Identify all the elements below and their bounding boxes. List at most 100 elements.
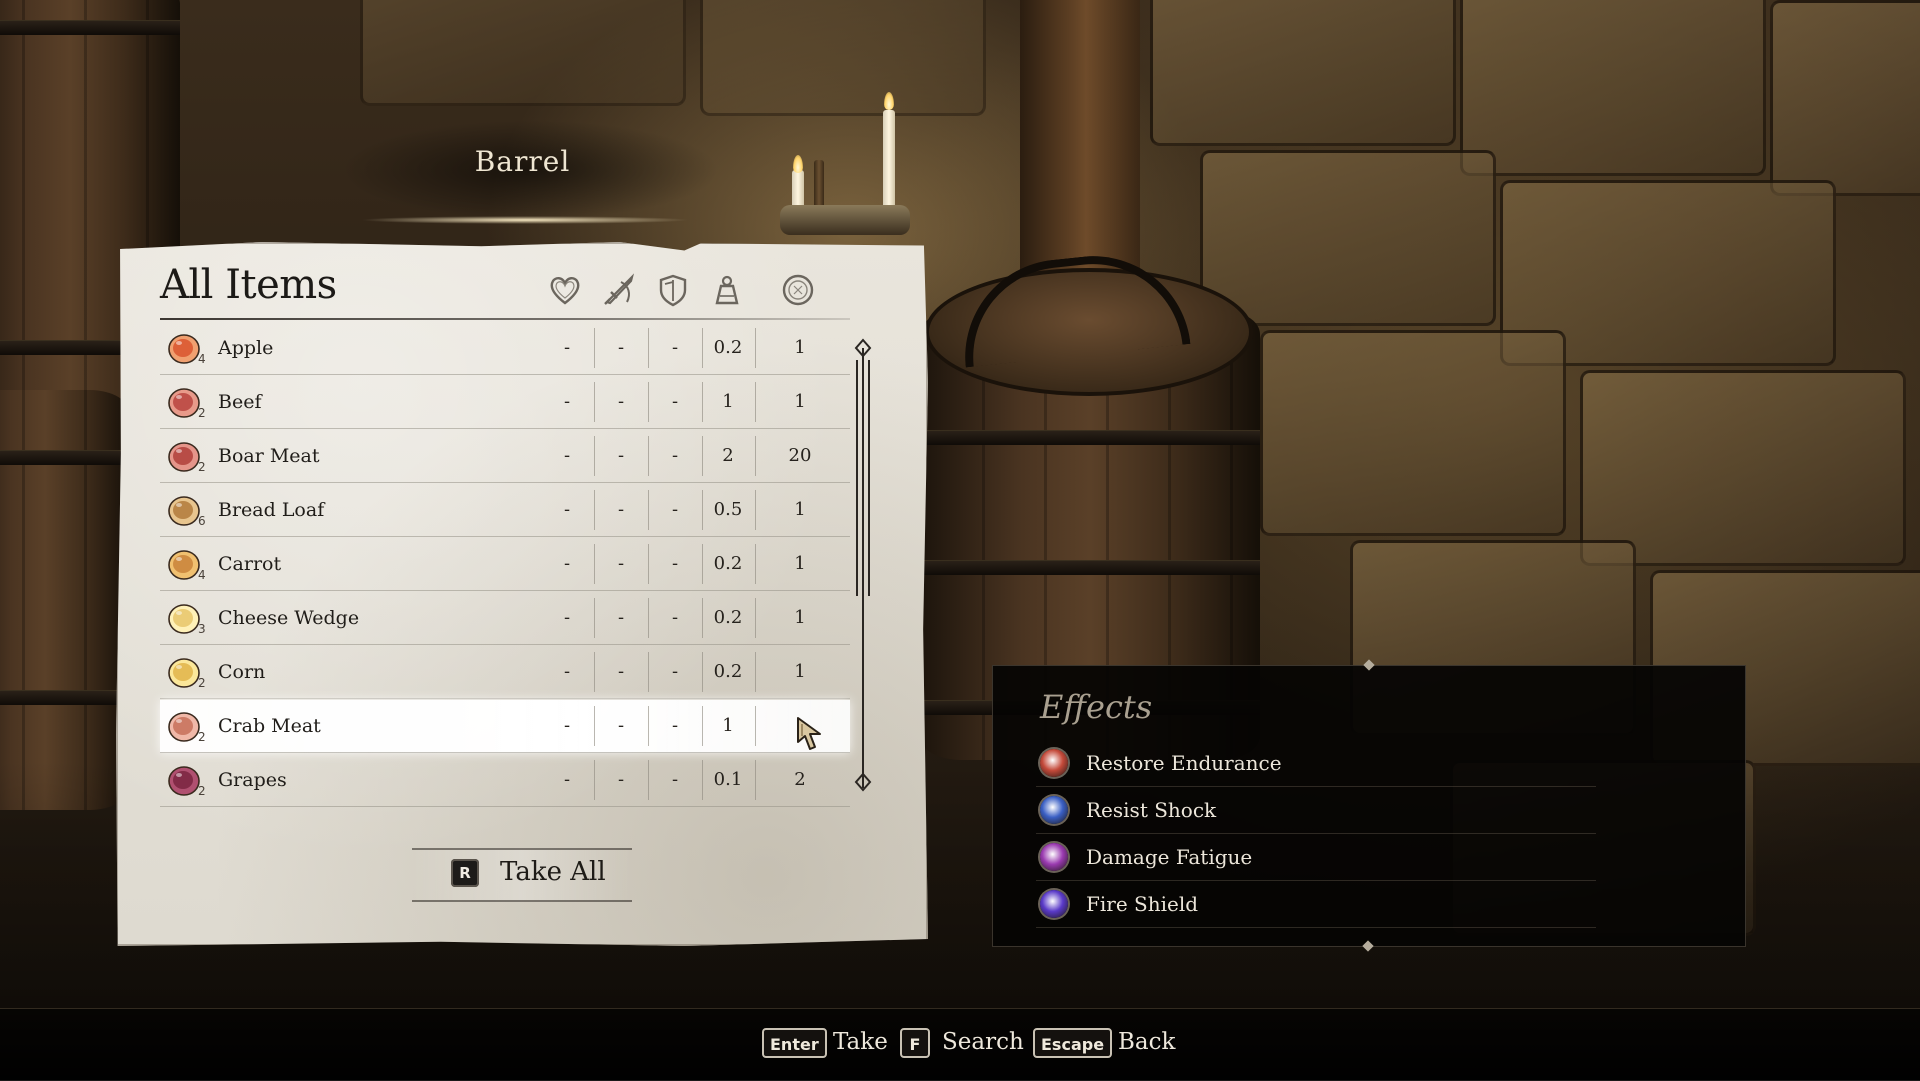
column-separator xyxy=(702,760,703,800)
damage-fatigue-icon xyxy=(1040,843,1068,871)
scroll-down-arrow-icon[interactable] xyxy=(853,772,873,792)
column-separator xyxy=(702,490,703,530)
item-value-value: 1 xyxy=(794,661,806,682)
inventory-item-row[interactable]: 6 Bread Loaf - - - 0.5 1 xyxy=(160,484,850,537)
wall-stone xyxy=(700,0,986,116)
item-armor-value: - xyxy=(671,715,679,736)
item-damage-value: - xyxy=(617,715,625,736)
column-separator xyxy=(648,544,649,584)
item-armor-value: - xyxy=(671,607,679,628)
resist-shock-icon xyxy=(1040,796,1068,824)
item-weight-value: 0.2 xyxy=(713,661,743,682)
item-name: Corn xyxy=(218,661,266,683)
inventory-item-row[interactable]: 3 Cheese Wedge - - - 0.2 1 xyxy=(160,592,850,645)
column-separator xyxy=(702,328,703,368)
column-separator xyxy=(648,436,649,476)
wall-stone xyxy=(360,0,686,106)
item-value-value: 1 xyxy=(794,337,806,358)
column-separator xyxy=(594,544,595,584)
damage-sword-icon[interactable] xyxy=(601,272,637,308)
item-damage-value: - xyxy=(617,553,625,574)
item-health-value: - xyxy=(563,445,571,466)
column-separator xyxy=(648,328,649,368)
column-separator xyxy=(755,382,756,422)
column-separator xyxy=(594,598,595,638)
wooden-pillar xyxy=(1020,0,1140,300)
take-all-label: Take All xyxy=(500,857,606,887)
column-separator xyxy=(594,706,595,746)
column-separator xyxy=(755,490,756,530)
effect-label: Resist Shock xyxy=(1086,798,1217,822)
item-armor-value: - xyxy=(671,553,679,574)
candle-flame xyxy=(793,155,803,173)
item-weight-value: 1 xyxy=(722,715,734,736)
item-health-value: - xyxy=(563,499,571,520)
hint-label-search[interactable]: Search xyxy=(942,1029,1024,1055)
hint-key-take[interactable]: Enter xyxy=(762,1028,827,1058)
armor-shield-icon[interactable] xyxy=(655,272,691,308)
inventory-item-row[interactable]: 4 Carrot - - - 0.2 1 xyxy=(160,538,850,591)
inventory-item-row[interactable]: 2 Corn - - - 0.2 1 xyxy=(160,646,850,699)
column-separator xyxy=(594,382,595,422)
item-weight-value: 0.2 xyxy=(713,607,743,628)
inventory-item-row[interactable]: 2 Grapes - - - 0.1 2 xyxy=(160,754,850,807)
column-separator xyxy=(755,328,756,368)
item-quantity: 2 xyxy=(198,460,206,474)
column-separator xyxy=(702,436,703,476)
item-value-value: 1 xyxy=(794,499,806,520)
item-name: Crab Meat xyxy=(218,715,321,737)
wall-stone xyxy=(1150,0,1456,146)
value-coin-icon[interactable] xyxy=(780,272,816,308)
item-value-value: 2 xyxy=(794,769,806,790)
wall-stone xyxy=(1260,330,1566,536)
inventory-item-row[interactable]: 2 Beef - - - 1 1 xyxy=(160,376,850,429)
item-quantity: 2 xyxy=(198,784,206,798)
effect-label: Damage Fatigue xyxy=(1086,845,1253,869)
wall-stone xyxy=(1200,150,1496,326)
item-name: Apple xyxy=(218,337,274,359)
hint-label-back[interactable]: Back xyxy=(1118,1029,1175,1055)
scrollbar-thumb[interactable] xyxy=(856,360,870,596)
health-heart-icon[interactable] xyxy=(547,272,583,308)
column-separator xyxy=(648,706,649,746)
column-separator xyxy=(755,598,756,638)
item-damage-value: - xyxy=(617,769,625,790)
effect-row: Restore Endurance xyxy=(1036,740,1596,787)
scroll-up-arrow-icon[interactable] xyxy=(853,338,873,358)
item-health-value: - xyxy=(563,553,571,574)
column-separator xyxy=(594,436,595,476)
weight-icon[interactable] xyxy=(709,272,745,308)
fire-shield-icon xyxy=(1040,890,1068,918)
inventory-item-row[interactable]: 2 Crab Meat - - - 1 xyxy=(160,700,850,753)
item-damage-value: - xyxy=(617,661,625,682)
column-separator xyxy=(594,652,595,692)
hint-key-search[interactable]: F xyxy=(900,1028,930,1058)
candle xyxy=(883,110,895,215)
item-damage-value: - xyxy=(617,607,625,628)
column-separator xyxy=(648,598,649,638)
effects-title: Effects xyxy=(1040,688,1153,726)
title-underline-glow xyxy=(360,216,690,224)
hint-label-take[interactable]: Take xyxy=(833,1029,888,1055)
item-weight-value: 0.2 xyxy=(713,337,743,358)
item-armor-value: - xyxy=(671,661,679,682)
column-separator xyxy=(755,760,756,800)
inventory-item-row[interactable]: 2 Boar Meat - - - 2 20 xyxy=(160,430,850,483)
wall-stone xyxy=(1460,0,1766,176)
column-separator xyxy=(594,328,595,368)
item-name: Boar Meat xyxy=(218,445,320,467)
item-value-value: 20 xyxy=(788,445,812,466)
column-separator xyxy=(755,652,756,692)
item-name: Carrot xyxy=(218,553,282,575)
column-separator xyxy=(594,490,595,530)
item-weight-value: 0.5 xyxy=(713,499,743,520)
item-weight-value: 2 xyxy=(722,445,734,466)
container-title: Barrel xyxy=(474,145,571,178)
inventory-item-row[interactable]: 4 Apple - - - 0.2 1 xyxy=(160,322,850,375)
item-damage-value: - xyxy=(617,445,625,466)
item-weight-value: 1 xyxy=(722,391,734,412)
item-health-value: - xyxy=(563,769,571,790)
hint-key-back[interactable]: Escape xyxy=(1033,1028,1113,1058)
item-name: Bread Loaf xyxy=(218,499,325,521)
column-separator xyxy=(702,706,703,746)
